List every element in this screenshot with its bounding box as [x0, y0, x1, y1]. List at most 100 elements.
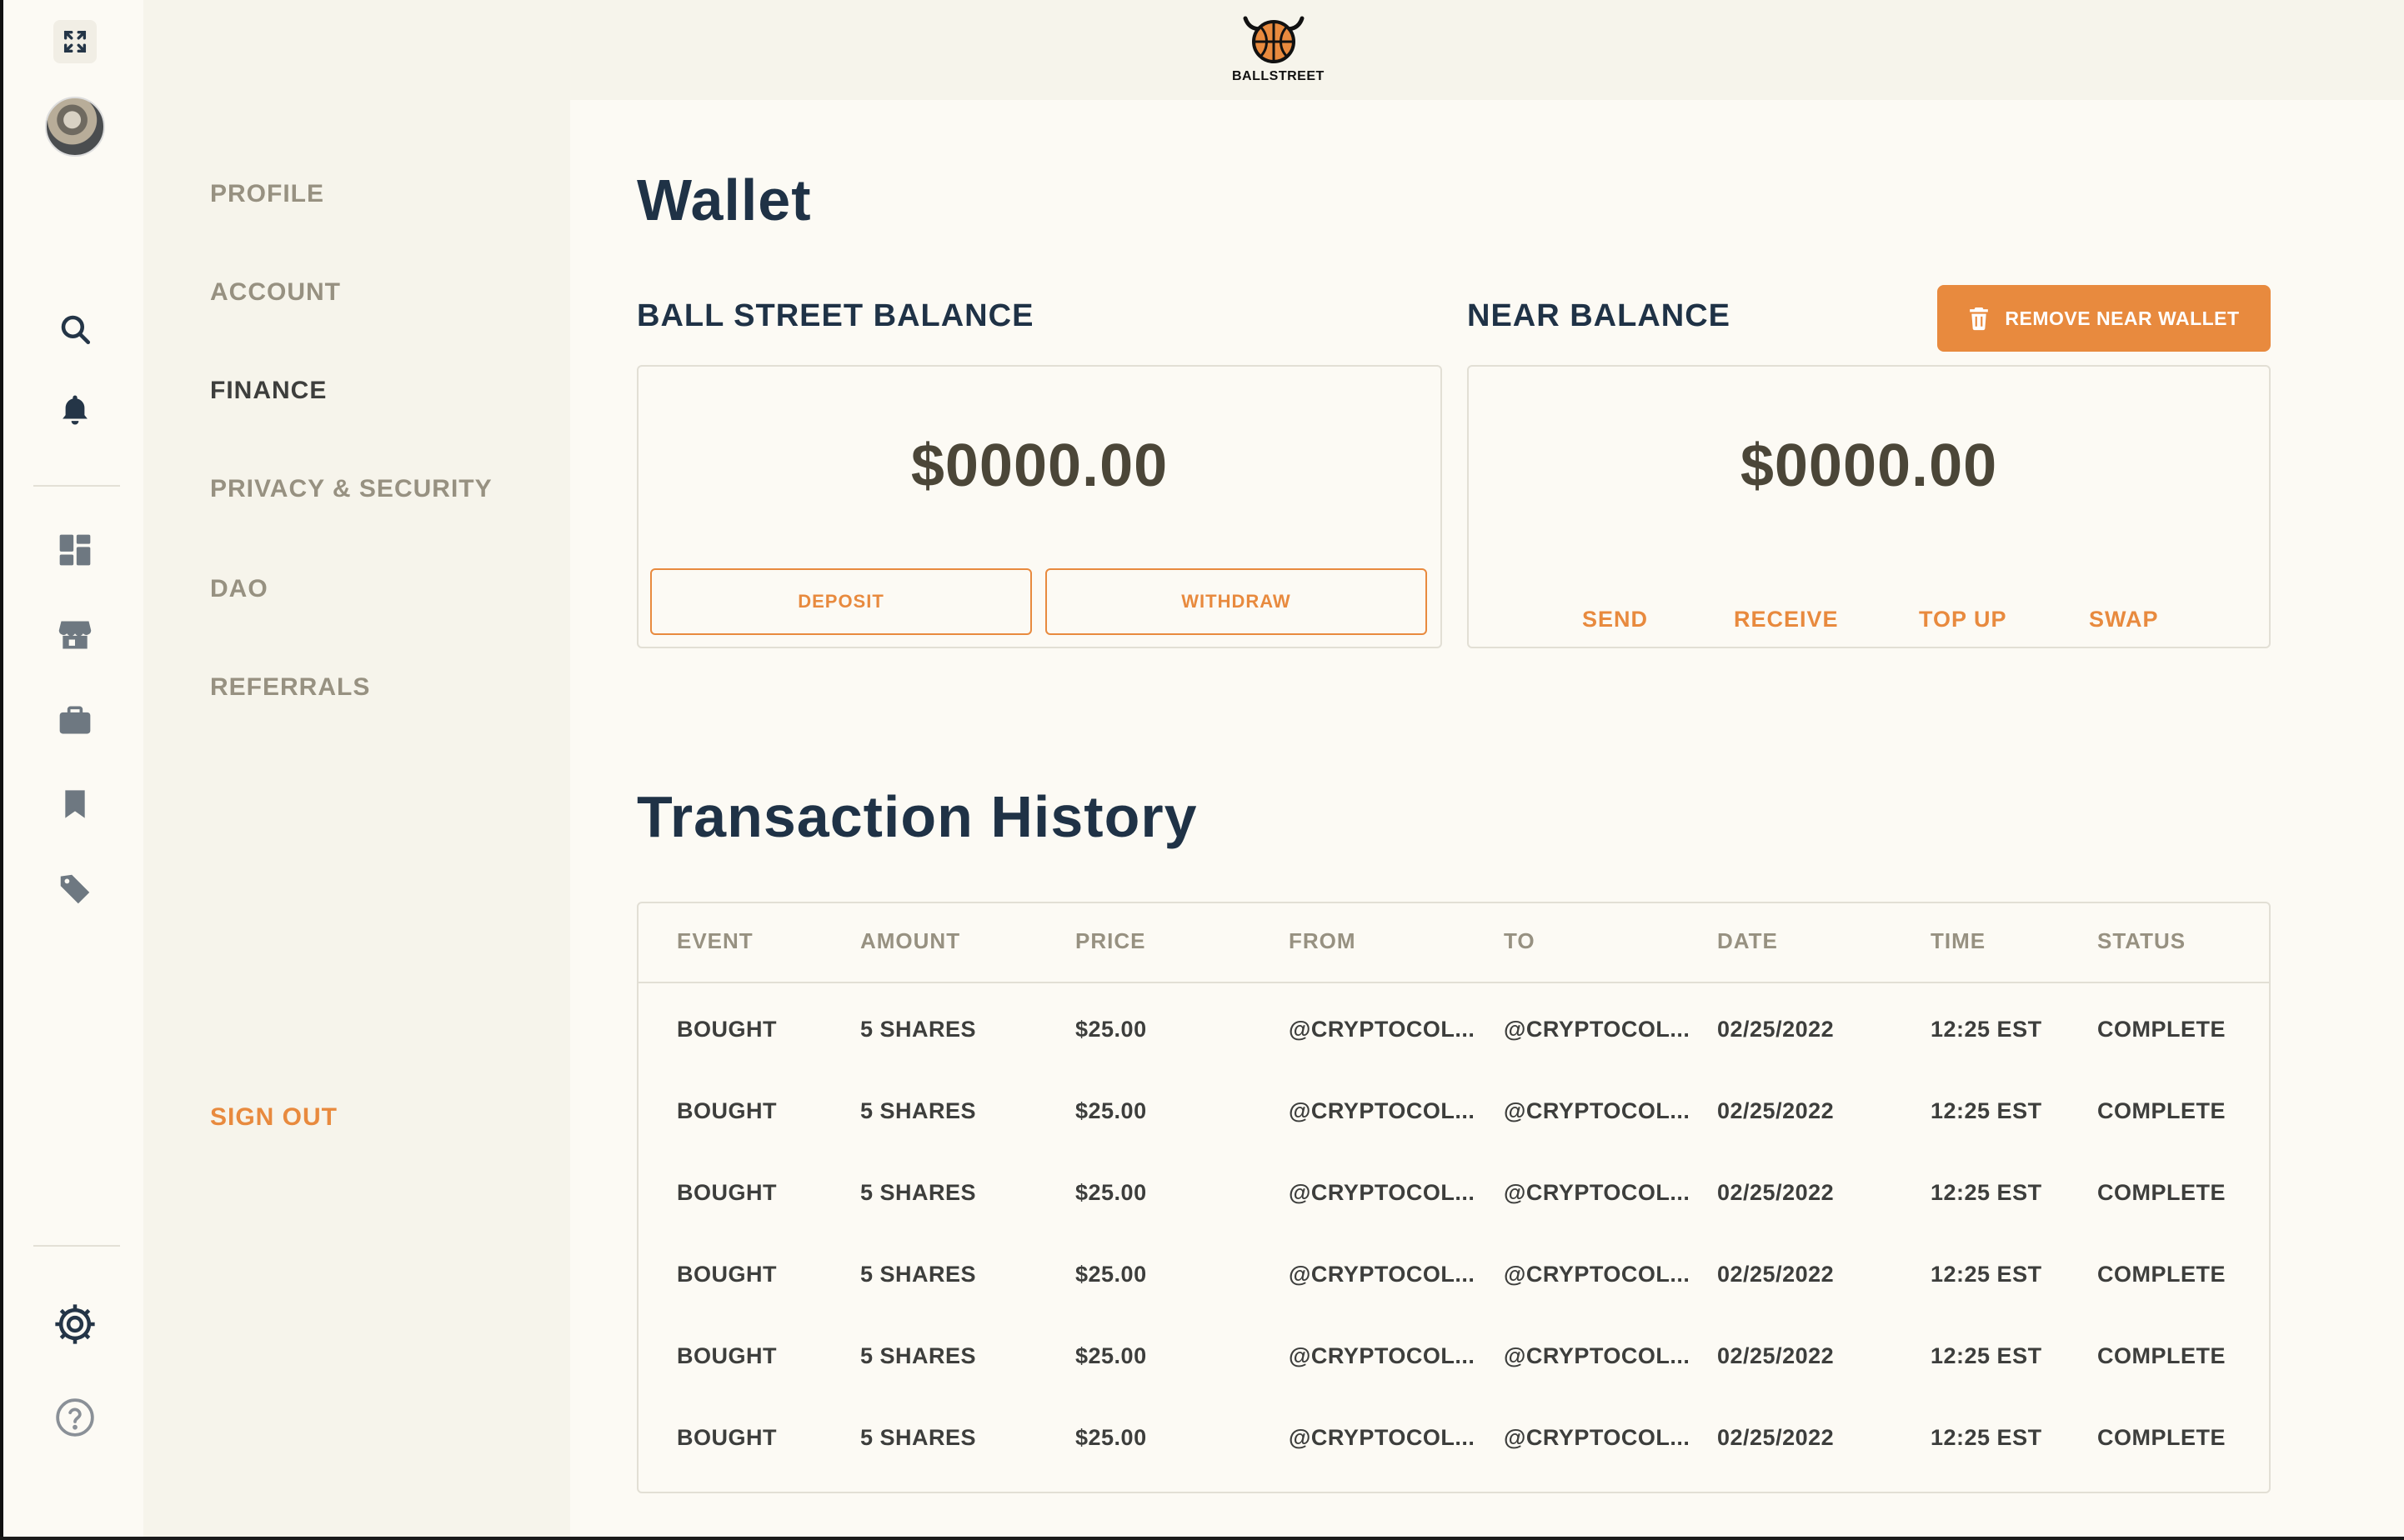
remove-near-wallet-button[interactable]: REMOVE NEAR WALLET — [1937, 285, 2271, 352]
event-cell: BOUGHT — [677, 1017, 777, 1042]
column-header[interactable]: TO — [1504, 928, 1535, 954]
table-row[interactable]: BOUGHT 5 SHARES $25.00 @CRYPTOCOL... @CRYPTO… — [639, 1085, 2269, 1167]
time-cell: 12:25 EST — [1931, 1098, 2042, 1123]
deposit-button[interactable]: DEPOSIT — [650, 568, 1032, 635]
nav-item-dao[interactable]: DAO — [210, 575, 268, 603]
table-row[interactable]: BOUGHT 5 SHARES $25.00 @CRYPTOCOL... @CRYPTO… — [639, 1248, 2269, 1330]
date-cell: 02/25/2022 — [1717, 1017, 1835, 1042]
from-cell: @CRYPTOCOL... — [1289, 1343, 1475, 1368]
to-cell: @CRYPTOCOL... — [1504, 1425, 1690, 1450]
price-cell: $25.00 — [1075, 1180, 1147, 1205]
to-cell: @CRYPTOCOL... — [1504, 1262, 1690, 1287]
amount-cell: 5 SHARES — [860, 1180, 977, 1205]
to-cell: @CRYPTOCOL... — [1504, 1017, 1690, 1042]
from-cell: @CRYPTOCOL... — [1289, 1425, 1475, 1450]
near-balance-card: $0000.00 SEND RECEIVE TOP UP SWAP — [1467, 365, 2271, 648]
column-header[interactable]: STATUS — [2097, 928, 2186, 954]
table-row[interactable]: BOUGHT 5 SHARES $25.00 @CRYPTOCOL... @CRYPTO… — [639, 1330, 2269, 1412]
bull-basketball-icon — [1243, 16, 1305, 63]
table-row[interactable]: BOUGHT 5 SHARES $25.00 @CRYPTOCOL... @CRYPTO… — [639, 1412, 2269, 1492]
event-cell: BOUGHT — [677, 1180, 777, 1205]
time-cell: 12:25 EST — [1931, 1425, 2042, 1450]
date-cell: 02/25/2022 — [1717, 1262, 1835, 1287]
to-cell: @CRYPTOCOL... — [1504, 1098, 1690, 1123]
from-cell: @CRYPTOCOL... — [1289, 1098, 1475, 1123]
table-row[interactable]: BOUGHT 5 SHARES $25.00 @CRYPTOCOL... @CRYPTO… — [639, 1167, 2269, 1248]
icon-rail — [0, 0, 143, 1540]
trash-icon — [1970, 308, 1989, 331]
amount-cell: 5 SHARES — [860, 1262, 977, 1287]
amount-cell: 5 SHARES — [860, 1343, 977, 1368]
search-icon[interactable] — [3, 312, 147, 347]
table-header: EVENT AMOUNT PRICE FROM TO DATE TIME STA… — [639, 903, 2269, 983]
swap-button[interactable]: SWAP — [2089, 607, 2159, 632]
ballstreet-balance-amount: $0000.00 — [910, 432, 1169, 499]
time-cell: 12:25 EST — [1931, 1180, 2042, 1205]
tag-icon[interactable] — [3, 870, 147, 908]
store-icon[interactable] — [3, 617, 147, 653]
from-cell: @CRYPTOCOL... — [1289, 1180, 1475, 1205]
price-cell: $25.00 — [1075, 1343, 1147, 1368]
ballstreet-logo[interactable]: BALLSTREET — [1232, 10, 1325, 83]
nav-item-finance[interactable]: FINANCE — [210, 377, 327, 405]
date-cell: 02/25/2022 — [1717, 1425, 1835, 1450]
price-cell: $25.00 — [1075, 1262, 1147, 1287]
price-cell: $25.00 — [1075, 1017, 1147, 1042]
column-header[interactable]: EVENT — [677, 928, 754, 954]
nav-item-account[interactable]: ACCOUNT — [210, 278, 341, 307]
column-header[interactable]: FROM — [1289, 928, 1356, 954]
table-row[interactable]: BOUGHT 5 SHARES $25.00 @CRYPTOCOL... @CRYPTO… — [639, 1003, 2269, 1085]
status-cell: COMPLETE — [2097, 1425, 2226, 1450]
settings-nav: PROFILE ACCOUNT FINANCE PRIVACY & SECURI… — [143, 100, 570, 1540]
status-cell: COMPLETE — [2097, 1262, 2226, 1287]
amount-cell: 5 SHARES — [860, 1425, 977, 1450]
settings-icon[interactable] — [3, 1302, 147, 1347]
nav-item-privacy-security[interactable]: PRIVACY & SECURITY — [210, 475, 493, 503]
status-cell: COMPLETE — [2097, 1343, 2226, 1368]
sign-out-link[interactable]: SIGN OUT — [210, 1103, 338, 1132]
top-up-button[interactable]: TOP UP — [1919, 607, 2007, 632]
status-cell: COMPLETE — [2097, 1017, 2226, 1042]
nav-item-profile[interactable]: PROFILE — [210, 180, 324, 208]
help-icon[interactable] — [3, 1397, 147, 1438]
amount-cell: 5 SHARES — [860, 1017, 977, 1042]
dashboard-icon[interactable] — [3, 532, 147, 568]
time-cell: 12:25 EST — [1931, 1262, 2042, 1287]
receive-button[interactable]: RECEIVE — [1734, 607, 1839, 632]
nav-item-referrals[interactable]: REFERRALS — [210, 673, 370, 702]
near-balance-amount: $0000.00 — [1740, 432, 1998, 499]
column-header[interactable]: PRICE — [1075, 928, 1145, 954]
price-cell: $25.00 — [1075, 1425, 1147, 1450]
date-cell: 02/25/2022 — [1717, 1180, 1835, 1205]
brand-wordmark: BALLSTREET — [1232, 69, 1325, 83]
date-cell: 02/25/2022 — [1717, 1098, 1835, 1123]
column-header[interactable]: AMOUNT — [860, 928, 960, 954]
to-cell: @CRYPTOCOL... — [1504, 1343, 1690, 1368]
page-title: Wallet — [637, 168, 812, 232]
send-button[interactable]: SEND — [1582, 607, 1648, 632]
event-cell: BOUGHT — [677, 1098, 777, 1123]
status-cell: COMPLETE — [2097, 1098, 2226, 1123]
time-cell: 12:25 EST — [1931, 1343, 2042, 1368]
transaction-table: EVENT AMOUNT PRICE FROM TO DATE TIME STA… — [637, 902, 2271, 1493]
ballstreet-balance-label: BALL STREET BALANCE — [637, 298, 1034, 333]
column-header[interactable]: DATE — [1717, 928, 1778, 954]
to-cell: @CRYPTOCOL... — [1504, 1180, 1690, 1205]
avatar[interactable] — [45, 97, 105, 157]
bookmark-icon[interactable] — [3, 785, 147, 823]
event-cell: BOUGHT — [677, 1343, 777, 1368]
event-cell: BOUGHT — [677, 1425, 777, 1450]
date-cell: 02/25/2022 — [1717, 1343, 1835, 1368]
ballstreet-balance-card: $0000.00 DEPOSIT WITHDRAW — [637, 365, 1442, 648]
from-cell: @CRYPTOCOL... — [1289, 1262, 1475, 1287]
main-panel: Wallet BALL STREET BALANCE $0000.00 DEPO… — [570, 100, 2404, 1540]
transaction-history-title: Transaction History — [637, 784, 1198, 849]
column-header[interactable]: TIME — [1931, 928, 1986, 954]
bell-icon[interactable] — [3, 392, 147, 428]
withdraw-button[interactable]: WITHDRAW — [1045, 568, 1427, 635]
price-cell: $25.00 — [1075, 1098, 1147, 1123]
expand-icon[interactable] — [53, 20, 97, 63]
briefcase-icon[interactable] — [3, 702, 147, 738]
rail-divider — [33, 1245, 120, 1247]
window-edge — [0, 1537, 2404, 1540]
